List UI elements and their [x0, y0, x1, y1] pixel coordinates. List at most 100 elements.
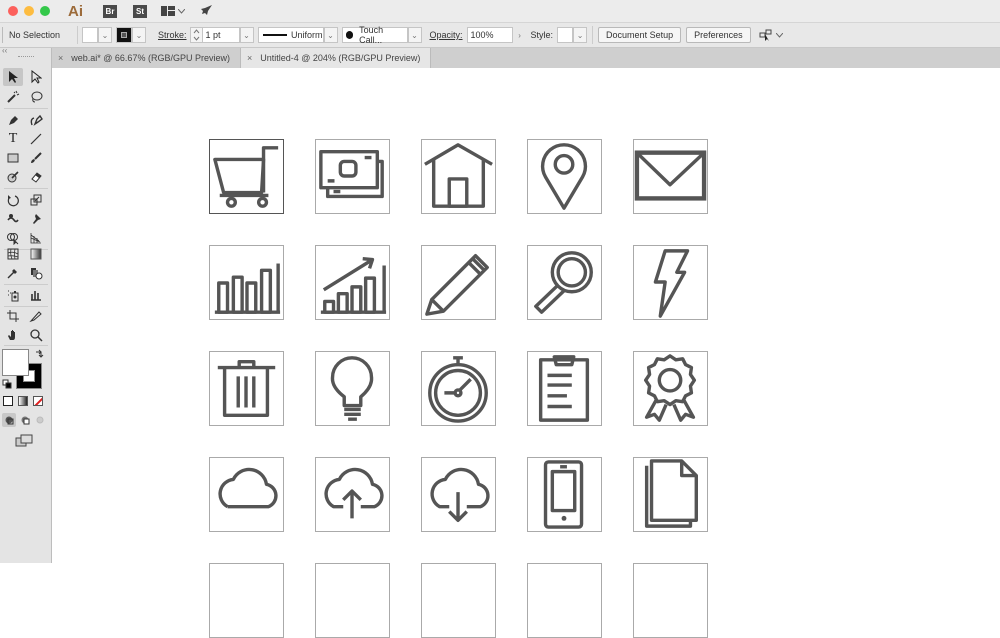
magnifier-artboard[interactable] [527, 245, 602, 320]
paintbrush-tool[interactable] [26, 149, 46, 167]
collapse-panel-button[interactable]: ‹‹ [0, 47, 51, 55]
eraser-tool[interactable] [26, 168, 46, 186]
map-pin-icon [540, 143, 588, 210]
home-artboard[interactable] [421, 139, 496, 214]
zoom-window-button[interactable] [40, 6, 50, 16]
default-colors-icon[interactable] [2, 379, 12, 389]
draw-behind-button[interactable] [18, 413, 32, 427]
clipboard-artboard[interactable] [527, 351, 602, 426]
stroke-weight-stepper[interactable] [189, 27, 202, 43]
lightbulb-artboard[interactable] [315, 351, 390, 426]
rotate-tool[interactable] [3, 191, 23, 209]
mesh-tool[interactable] [3, 245, 23, 263]
hand-tool[interactable] [3, 326, 23, 344]
zoom-tool[interactable] [26, 326, 46, 344]
artboard-partial[interactable] [421, 563, 496, 638]
symbol-sprayer-tool[interactable] [3, 286, 23, 304]
stopwatch-artboard[interactable] [421, 351, 496, 426]
lasso-tool[interactable] [26, 88, 46, 106]
stroke-dropdown[interactable]: ⌄ [132, 27, 146, 43]
shaper-tool[interactable] [3, 168, 23, 186]
cloud-download-artboard[interactable] [421, 457, 496, 532]
brush-dropdown[interactable]: ⌄ [407, 27, 422, 43]
close-tab-icon[interactable]: × [58, 53, 63, 63]
none-mode-button[interactable] [33, 396, 43, 406]
money-artboard[interactable] [315, 139, 390, 214]
draw-normal-button[interactable] [2, 413, 16, 427]
shopping-cart-artboard[interactable] [209, 139, 284, 214]
stock-button[interactable]: St [133, 4, 147, 18]
draw-inside-button[interactable] [33, 413, 47, 427]
stroke-weight-dropdown[interactable]: ⌄ [239, 27, 254, 43]
growth-chart-artboard[interactable] [315, 245, 390, 320]
profile-dropdown[interactable]: ⌄ [323, 27, 338, 43]
curvature-tool[interactable] [26, 111, 46, 129]
pen-icon [9, 116, 18, 125]
opacity-input[interactable]: 100% [466, 27, 513, 43]
panel-grip[interactable] [18, 56, 34, 57]
arrange-documents-button[interactable] [759, 29, 783, 41]
stroke-swatch[interactable] [116, 27, 132, 43]
scale-tool[interactable] [26, 191, 46, 209]
artboard-partial[interactable] [633, 563, 708, 638]
stroke-weight-input[interactable]: 1 pt [201, 27, 240, 43]
artboard-partial[interactable] [527, 563, 602, 638]
selection-tool[interactable] [3, 68, 23, 86]
cloud-upload-icon [324, 467, 384, 519]
artboard-canvas[interactable] [53, 68, 1000, 638]
control-bar-grip[interactable] [2, 27, 5, 43]
minimize-window-button[interactable] [24, 6, 34, 16]
column-graph-tool[interactable] [26, 286, 46, 304]
envelope-artboard[interactable] [633, 139, 708, 214]
workspace-layout-button[interactable] [161, 6, 185, 16]
blend-tool[interactable] [26, 264, 46, 282]
cloud-upload-artboard[interactable] [315, 457, 390, 532]
pencil-artboard[interactable] [421, 245, 496, 320]
documents-artboard[interactable] [633, 457, 708, 532]
variable-width-profile[interactable]: Uniform [257, 27, 324, 43]
warp-tool[interactable] [3, 210, 23, 228]
fill-swatch[interactable] [82, 27, 98, 43]
line-segment-tool[interactable] [26, 130, 46, 148]
artboard-partial[interactable] [315, 563, 390, 638]
warp-icon [7, 214, 19, 223]
tab-untitled-4[interactable]: × Untitled-4 @ 204% (RGB/GPU Preview) [240, 48, 432, 68]
type-tool[interactable]: T [3, 130, 23, 148]
tab-web-ai[interactable]: × web.ai* @ 66.67% (RGB/GPU Preview) [52, 48, 241, 68]
brush-definition[interactable]: Touch Call... [341, 25, 408, 45]
direct-selection-tool[interactable] [26, 68, 46, 86]
opacity-expand-button[interactable]: › [513, 27, 527, 43]
screen-mode-button[interactable] [15, 434, 33, 450]
close-tab-icon[interactable]: × [247, 53, 252, 63]
bar-chart-artboard[interactable] [209, 245, 284, 320]
lightning-artboard[interactable] [633, 245, 708, 320]
rectangle-tool[interactable] [3, 149, 23, 167]
graphic-style-swatch[interactable] [557, 27, 574, 43]
swap-fill-stroke-icon[interactable] [34, 349, 44, 359]
award-ribbon-artboard[interactable] [633, 351, 708, 426]
preferences-button[interactable]: Preferences [686, 27, 751, 43]
fill-dropdown[interactable]: ⌄ [98, 27, 112, 43]
stroke-label[interactable]: Stroke: [158, 30, 187, 40]
slice-tool[interactable] [26, 307, 46, 325]
fill-color-swatch-front[interactable] [2, 349, 29, 376]
color-mode-button[interactable] [3, 396, 13, 406]
pen-tool[interactable] [3, 111, 23, 129]
smartphone-artboard[interactable] [527, 457, 602, 532]
gradient-tool[interactable] [26, 245, 46, 263]
trash-artboard[interactable] [209, 351, 284, 426]
magic-wand-tool[interactable] [3, 88, 23, 106]
cloud-artboard[interactable] [209, 457, 284, 532]
artboard-tool[interactable] [3, 307, 23, 325]
gradient-mode-button[interactable] [18, 396, 28, 406]
gpu-performance-button[interactable] [199, 4, 213, 18]
document-setup-button[interactable]: Document Setup [598, 27, 682, 43]
close-window-button[interactable] [8, 6, 18, 16]
bridge-button[interactable]: Br [103, 4, 117, 18]
opacity-label[interactable]: Opacity: [430, 30, 463, 40]
style-dropdown[interactable]: ⌄ [573, 27, 588, 43]
puppet-warp-tool[interactable] [26, 210, 46, 228]
eyedropper-tool[interactable] [3, 264, 23, 282]
map-pin-artboard[interactable] [527, 139, 602, 214]
artboard-partial[interactable] [209, 563, 284, 638]
